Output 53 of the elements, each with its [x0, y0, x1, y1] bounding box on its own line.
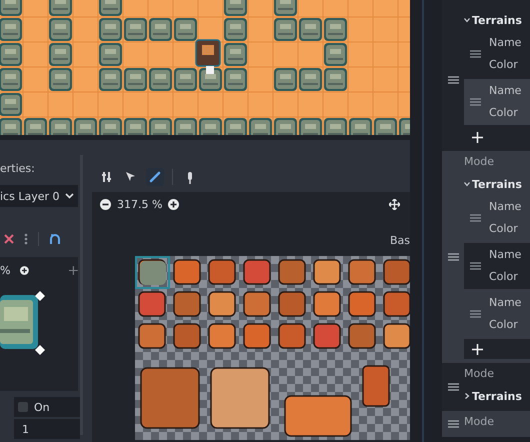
number-field[interactable]: 1 — [14, 419, 80, 439]
drag-handle-icon[interactable] — [448, 76, 458, 84]
drag-handle-icon[interactable] — [470, 262, 481, 270]
mode-label: Mode — [464, 414, 495, 430]
zoom-in-icon[interactable] — [20, 264, 30, 276]
color-label: Color — [489, 105, 519, 121]
checkbox-field[interactable]: On — [14, 397, 80, 417]
terrains-toggle[interactable]: Terrains — [464, 9, 530, 31]
terrains-toggle[interactable]: Terrains — [464, 173, 530, 195]
checkbox-label: On — [34, 400, 50, 414]
caret-icon — [464, 393, 470, 399]
checkbox[interactable] — [18, 402, 28, 412]
caret-icon — [464, 181, 470, 187]
plus-icon — [472, 132, 483, 142]
mode-label: Mode — [464, 154, 495, 170]
name-label: Name — [489, 199, 522, 215]
terrains-toggle[interactable]: Terrains — [464, 385, 530, 407]
add-terrain-button[interactable] — [464, 339, 530, 359]
color-label: Color — [489, 317, 519, 333]
drag-handle-icon[interactable] — [470, 214, 481, 222]
name-label: Name — [489, 83, 522, 99]
name-label: Name — [489, 35, 522, 51]
section-label: erties: — [0, 162, 36, 176]
name-label: Name — [489, 247, 522, 263]
caret-icon — [464, 17, 470, 23]
drag-handle-icon[interactable] — [448, 420, 458, 428]
color-label: Color — [489, 57, 519, 73]
sliders-icon — [101, 171, 113, 183]
erase-icon[interactable] — [4, 234, 14, 244]
drag-handle-icon[interactable] — [470, 98, 481, 106]
cursor-icon — [125, 171, 137, 183]
zoom-value: 317.5 % — [117, 198, 162, 210]
atlas-label: Bas — [390, 234, 410, 248]
caret-icon — [65, 193, 74, 199]
zoom-in-icon[interactable] — [168, 198, 180, 210]
name-label: Name — [489, 295, 522, 311]
drag-handle-icon[interactable] — [448, 253, 458, 261]
layer-dropdown[interactable]: ics Layer 0 — [0, 185, 78, 207]
more-icon[interactable] — [24, 233, 28, 245]
pipette-icon — [186, 170, 194, 184]
tool-button[interactable] — [146, 168, 164, 186]
zoom-value: % — [0, 264, 10, 276]
color-label: Color — [489, 221, 519, 237]
plus-icon — [472, 344, 483, 354]
mode-label: Mode — [464, 366, 495, 382]
color-label: Color — [489, 269, 519, 285]
drag-handle-icon[interactable] — [470, 310, 481, 318]
magnet-icon[interactable] — [49, 233, 61, 245]
drag-handle-icon[interactable] — [470, 50, 481, 58]
pencil-icon — [149, 171, 161, 183]
tile-preview-drawing — [0, 291, 46, 355]
zoom-out-icon[interactable] — [100, 198, 111, 210]
drag-handle-icon[interactable] — [448, 383, 458, 391]
